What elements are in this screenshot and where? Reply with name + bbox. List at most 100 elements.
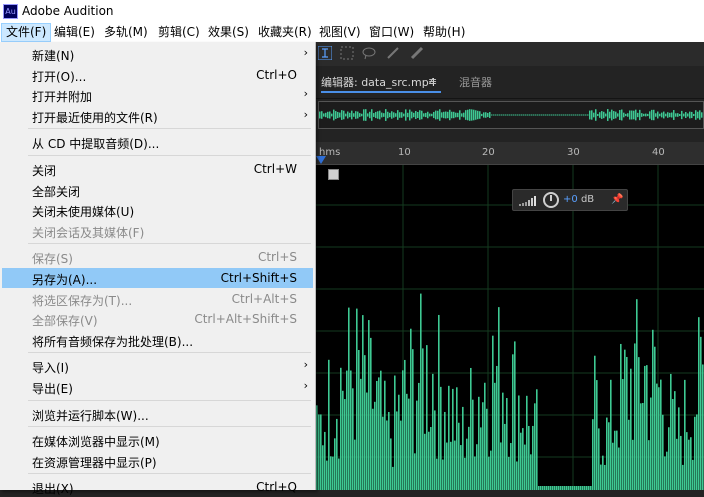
- file-menu-item[interactable]: 从 CD 中提取音频(D)...: [2, 132, 313, 152]
- menu-separator: [28, 399, 311, 401]
- file-menu-item: 关闭会话及其媒体(F): [2, 221, 313, 241]
- menu-item-label: 打开并附加: [32, 90, 93, 105]
- file-menu-item[interactable]: 打开最近使用的文件(R) ›: [2, 106, 313, 126]
- menu-edit[interactable]: 编辑(E): [50, 23, 99, 42]
- file-menu-item: 将选区保存为(T)... Ctrl+Alt+S: [2, 289, 313, 309]
- file-menu-item[interactable]: 退出(X) Ctrl+Q: [2, 477, 313, 497]
- menu-item-label: 另存为(A)...: [32, 273, 98, 287]
- menu-item-shortcut: Ctrl+S: [257, 250, 297, 265]
- menu-item-label: 导出(E): [32, 382, 73, 396]
- menu-item-shortcut: Ctrl+Alt+Shift+S: [194, 312, 297, 327]
- file-menu-item: 全部保存(V) Ctrl+Alt+Shift+S: [2, 309, 313, 329]
- menu-item-label: 打开(O)...: [32, 69, 87, 84]
- menu-item-shortcut: Ctrl+Alt+S: [231, 291, 297, 306]
- file-menu-item[interactable]: 关闭未使用媒体(U): [2, 200, 313, 220]
- window-title: Adobe Audition: [22, 4, 114, 18]
- submenu-arrow-icon: ›: [303, 107, 308, 121]
- file-menu-item[interactable]: 打开(O)... Ctrl+O: [2, 65, 313, 85]
- menu-view[interactable]: 视图(V): [315, 23, 365, 42]
- volume-value: +0: [563, 194, 578, 205]
- menu-separator: [28, 128, 311, 130]
- menu-item-label: 全部关闭: [32, 184, 81, 199]
- overview-waveform[interactable]: [318, 101, 704, 129]
- playhead-marker[interactable]: [316, 156, 326, 164]
- file-menu-item: 保存(S) Ctrl+S: [2, 247, 313, 267]
- menu-effects[interactable]: 效果(S): [204, 23, 253, 42]
- file-menu-item[interactable]: 将所有音频保存为批处理(B)...: [2, 330, 313, 350]
- ruler-label-40: 40: [652, 147, 665, 158]
- app-logo-icon: Au: [3, 4, 18, 19]
- file-menu-item[interactable]: 另存为(A)... Ctrl+Shift+S: [2, 268, 313, 288]
- menu-item-label: 导入(I): [32, 361, 69, 376]
- menu-favorites[interactable]: 收藏夹(R): [254, 23, 316, 42]
- submenu-arrow-icon: ›: [303, 46, 308, 59]
- time-selection-tool-icon[interactable]: [318, 46, 332, 60]
- menu-item-label: 浏览并运行脚本(W)...: [32, 408, 149, 423]
- volume-unit: dB: [580, 194, 595, 205]
- file-menu-item[interactable]: 打开并附加 ›: [2, 85, 313, 105]
- file-menu-dropdown: 新建(N) › 打开(O)... Ctrl+O 打开并附加 › 打开最近使用的文件(R) › 从…: [0, 42, 316, 496]
- file-menu-item[interactable]: 新建(N) ›: [2, 44, 313, 64]
- file-menu-item[interactable]: 导出(E) ›: [2, 377, 313, 397]
- menu-window[interactable]: 窗口(W): [365, 23, 418, 42]
- file-menu-item[interactable]: 全部关闭: [2, 180, 313, 200]
- time-ruler[interactable]: hms 10 20 30 40: [316, 142, 704, 165]
- ruler-label-10: 10: [398, 147, 411, 158]
- menu-multitrack[interactable]: 多轨(M): [100, 23, 152, 42]
- marquee-selection-tool-icon[interactable]: [340, 46, 354, 60]
- ruler-label-20: 20: [482, 147, 495, 158]
- menu-help[interactable]: 帮助(H): [419, 23, 469, 42]
- menu-item-label: 打开最近使用的文件(R): [32, 110, 158, 125]
- menu-item-shortcut: Ctrl+Q: [256, 480, 297, 495]
- menu-item-label: 将选区保存为(T)...: [32, 293, 133, 308]
- editor-panel-tabs: 编辑器: data_src.mp4 ≡ 混音器: [316, 66, 704, 99]
- menu-separator: [28, 352, 311, 354]
- active-tab-indicator: [321, 91, 441, 93]
- menu-separator: [28, 243, 311, 245]
- pin-icon[interactable]: 📌: [611, 194, 623, 205]
- waveform-graphic: [316, 165, 704, 490]
- menu-item-label: 在媒体浏览器中显示(M): [32, 435, 160, 450]
- menu-item-shortcut: Ctrl+W: [253, 162, 297, 176]
- hud-volume-control[interactable]: +0 dB 📌: [512, 189, 628, 211]
- waveform-display[interactable]: +0 dB 📌: [316, 165, 704, 490]
- tab-mixer[interactable]: 混音器: [459, 74, 492, 90]
- menu-item-label: 退出(X): [32, 482, 74, 497]
- menu-separator: [28, 155, 311, 156]
- menu-item-label: 在资源管理器中显示(P): [32, 455, 157, 470]
- file-menu-item[interactable]: 在媒体浏览器中显示(M): [2, 430, 313, 450]
- menu-item-label: 关闭: [32, 164, 57, 178]
- menu-item-label: 保存(S): [32, 252, 73, 267]
- tools-toolbar: [316, 42, 704, 66]
- file-menu-item[interactable]: 导入(I) ›: [2, 356, 313, 376]
- volume-readout: +0 dB: [563, 194, 594, 205]
- overview-waveform-graphic: [319, 109, 703, 121]
- file-menu-item[interactable]: 关闭 Ctrl+W: [2, 159, 313, 179]
- hamburger-icon[interactable]: ≡: [428, 75, 437, 88]
- menu-item-label: 全部保存(V): [32, 314, 98, 329]
- lasso-selection-tool-icon[interactable]: [362, 46, 376, 60]
- zoom-toggle-icon[interactable]: [328, 169, 339, 180]
- submenu-arrow-icon: ›: [303, 379, 308, 392]
- ruler-label-30: 30: [567, 147, 580, 158]
- menu-item-label: 新建(N): [32, 49, 75, 63]
- spot-healing-brush-tool-icon[interactable]: [410, 46, 424, 60]
- file-menu-item[interactable]: 浏览并运行脚本(W)...: [2, 404, 313, 424]
- menu-item-label: 关闭未使用媒体(U): [32, 205, 135, 220]
- file-menu-item[interactable]: 在资源管理器中显示(P): [2, 451, 313, 471]
- submenu-arrow-icon: ›: [303, 358, 308, 372]
- menu-separator: [28, 426, 311, 428]
- volume-knob-icon[interactable]: [543, 192, 559, 208]
- menu-file[interactable]: 文件(F): [1, 23, 52, 42]
- menu-separator: [28, 473, 311, 475]
- menu-item-label: 从 CD 中提取音频(D)...: [32, 137, 160, 152]
- tab-editor[interactable]: 编辑器: data_src.mp4: [321, 74, 436, 90]
- menu-bar: 文件(F) 编辑(E) 多轨(M) 剪辑(C) 效果(S) 收藏夹(R) 视图(…: [0, 23, 704, 42]
- title-bar: Au Adobe Audition: [0, 0, 704, 23]
- menu-item-shortcut: Ctrl+O: [256, 67, 297, 82]
- level-meter-icon: [519, 196, 536, 206]
- menu-item-label: 关闭会话及其媒体(F): [32, 225, 145, 240]
- menu-item-shortcut: Ctrl+Shift+S: [220, 271, 297, 285]
- menu-clip[interactable]: 剪辑(C): [154, 23, 204, 42]
- brush-selection-tool-icon[interactable]: [386, 46, 400, 60]
